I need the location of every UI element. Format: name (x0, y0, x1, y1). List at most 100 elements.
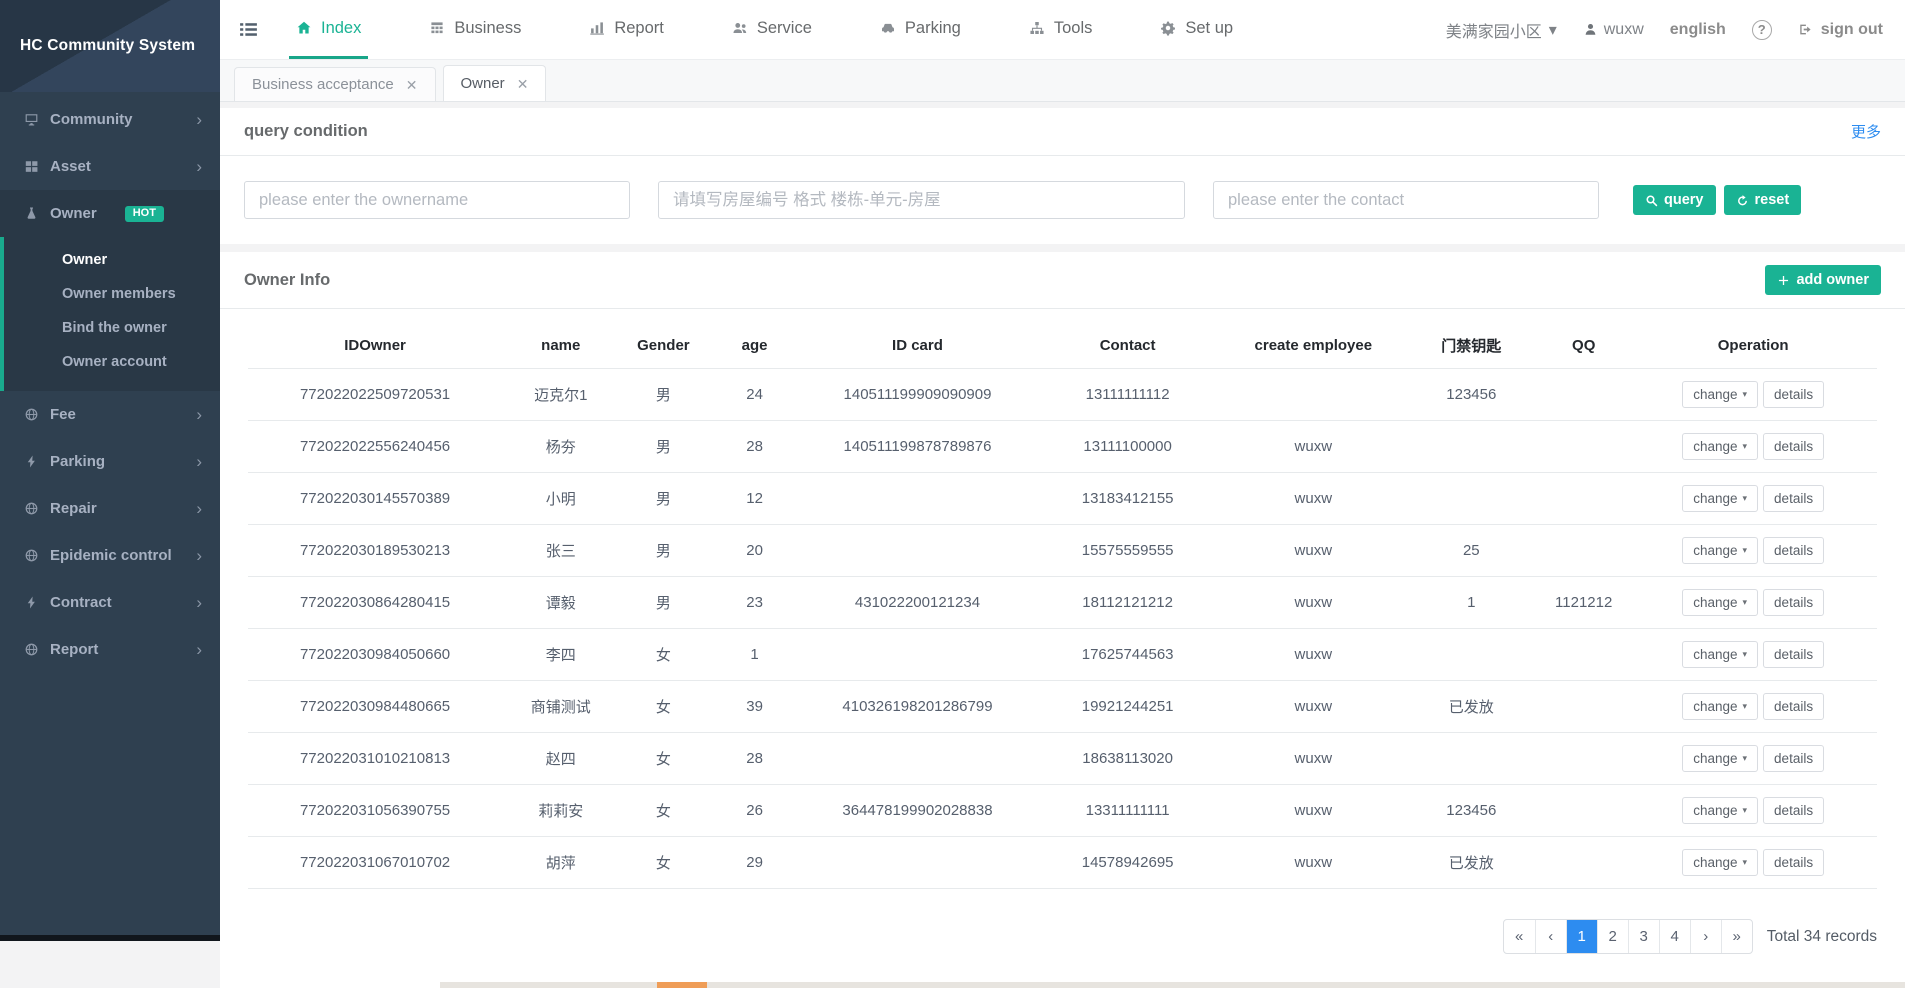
change-button[interactable]: change▾ (1682, 589, 1758, 616)
table-icon (429, 20, 445, 36)
change-button[interactable]: change▾ (1682, 381, 1758, 408)
cell-gender: 女 (619, 785, 707, 837)
nav-item-service[interactable]: Service (725, 0, 819, 59)
sidebar-item-asset[interactable]: Asset› (0, 143, 220, 190)
pager-page-3[interactable]: 3 (1628, 920, 1659, 953)
details-button[interactable]: details (1763, 745, 1824, 772)
tab-owner[interactable]: Owner✕ (443, 65, 547, 101)
app-logo: HC Community System (0, 0, 220, 92)
reset-button-label: reset (1755, 192, 1790, 208)
change-button[interactable]: change▾ (1682, 537, 1758, 564)
pager-page-1[interactable]: 1 (1566, 920, 1597, 953)
caret-down-icon: ▾ (1743, 857, 1748, 868)
tab-business-acceptance[interactable]: Business acceptance✕ (234, 67, 436, 101)
change-button[interactable]: change▾ (1682, 641, 1758, 668)
cell-id-card (802, 733, 1033, 785)
pager-last[interactable]: » (1721, 920, 1752, 953)
query-form: query reset (220, 156, 1905, 244)
user-menu[interactable]: wuxw (1583, 21, 1644, 39)
query-button[interactable]: query (1633, 185, 1716, 215)
sidebar-subitem-owner-account[interactable]: Owner account (4, 345, 220, 379)
users-icon (732, 20, 748, 36)
cell-create-employee (1222, 369, 1404, 421)
sidebar-subitem-owner[interactable]: Owner (4, 243, 220, 277)
ownername-input[interactable] (244, 181, 630, 219)
nav-item-parking[interactable]: Parking (873, 0, 968, 59)
reset-button[interactable]: reset (1724, 185, 1802, 215)
pager-next[interactable]: › (1690, 920, 1721, 953)
details-button[interactable]: details (1763, 797, 1824, 824)
details-button[interactable]: details (1763, 433, 1824, 460)
add-owner-button[interactable]: add owner (1765, 265, 1881, 295)
sidebar-subitem-owner-members[interactable]: Owner members (4, 277, 220, 311)
scrollbar-thumb[interactable] (657, 982, 707, 988)
details-button[interactable]: details (1763, 693, 1824, 720)
query-panel-header: query condition 更多 (220, 108, 1905, 156)
cell-contact: 14578942695 (1033, 837, 1222, 889)
details-button[interactable]: details (1763, 641, 1824, 668)
sidebar-item-report[interactable]: Report› (0, 626, 220, 673)
cell-name: 莉莉安 (502, 785, 619, 837)
cell-name: 杨夯 (502, 421, 619, 473)
change-button[interactable]: change▾ (1682, 485, 1758, 512)
nav-item-report[interactable]: Report (582, 0, 671, 59)
details-button[interactable]: details (1763, 537, 1824, 564)
cell-door-key: 已发放 (1405, 681, 1539, 733)
sidebar-item-repair[interactable]: Repair› (0, 485, 220, 532)
cell-contact: 18638113020 (1033, 733, 1222, 785)
change-button[interactable]: change▾ (1682, 433, 1758, 460)
cell-id: 772022030864280415 (248, 577, 502, 629)
sidebar-item-contract[interactable]: Contract› (0, 579, 220, 626)
sidebar-subitem-bind-the-owner[interactable]: Bind the owner (4, 311, 220, 345)
nav-item-set-up[interactable]: Set up (1153, 0, 1240, 59)
change-button-label: change (1693, 803, 1737, 818)
cell-door-key: 123456 (1405, 369, 1539, 421)
nav-item-tools[interactable]: Tools (1022, 0, 1100, 59)
contact-input[interactable] (1213, 181, 1599, 219)
details-button[interactable]: details (1763, 589, 1824, 616)
sidebar-item-parking[interactable]: Parking› (0, 438, 220, 485)
cell-name: 迈克尔1 (502, 369, 619, 421)
nav-item-business[interactable]: Business (422, 0, 528, 59)
change-button[interactable]: change▾ (1682, 745, 1758, 772)
close-icon[interactable]: ✕ (406, 78, 418, 92)
query-actions: query reset (1633, 185, 1801, 215)
nav-item-index[interactable]: Index (289, 0, 368, 59)
help-icon[interactable]: ? (1752, 20, 1772, 40)
details-button[interactable]: details (1763, 485, 1824, 512)
change-button[interactable]: change▾ (1682, 693, 1758, 720)
pager-first[interactable]: « (1504, 920, 1535, 953)
details-button[interactable]: details (1763, 849, 1824, 876)
sidebar-item-owner[interactable]: OwnerHOT (0, 190, 220, 237)
sidebar-item-community[interactable]: Community› (0, 96, 220, 143)
horizontal-scrollbar[interactable] (440, 982, 1905, 988)
house-number-input[interactable] (658, 181, 1185, 219)
community-name: 美满家园小区 (1446, 18, 1542, 42)
pager-prev[interactable]: ‹ (1535, 920, 1566, 953)
sidebar-item-fee[interactable]: Fee› (0, 391, 220, 438)
cell-id: 772022031056390755 (248, 785, 502, 837)
table-row: 772022031067010702胡萍女2914578942695wuxw已发… (248, 837, 1877, 889)
details-button[interactable]: details (1763, 381, 1824, 408)
cell-operation: change▾details (1629, 421, 1877, 473)
cell-id: 772022030984050660 (248, 629, 502, 681)
pager-page-4[interactable]: 4 (1659, 920, 1690, 953)
sign-out-button[interactable]: sign out (1798, 21, 1883, 39)
hot-badge: HOT (125, 206, 164, 222)
sidebar-item-epidemic-control[interactable]: Epidemic control› (0, 532, 220, 579)
search-icon (1645, 194, 1658, 207)
chevron-right-icon: › (196, 499, 202, 519)
sidebar-item-label: Asset (50, 158, 91, 175)
more-link[interactable]: 更多 (1851, 121, 1881, 142)
language-toggle[interactable]: english (1670, 21, 1726, 39)
close-icon[interactable]: ✕ (517, 77, 529, 91)
menu-toggle-icon[interactable] (238, 19, 259, 40)
community-selector[interactable]: 美满家园小区 ▾ (1446, 18, 1557, 42)
cell-qq (1538, 369, 1629, 421)
cell-door-key (1405, 421, 1539, 473)
cell-gender: 男 (619, 421, 707, 473)
pager-page-2[interactable]: 2 (1597, 920, 1628, 953)
change-button[interactable]: change▾ (1682, 849, 1758, 876)
table-row: 772022030145570389小明男1213183412155wuxwch… (248, 473, 1877, 525)
change-button[interactable]: change▾ (1682, 797, 1758, 824)
